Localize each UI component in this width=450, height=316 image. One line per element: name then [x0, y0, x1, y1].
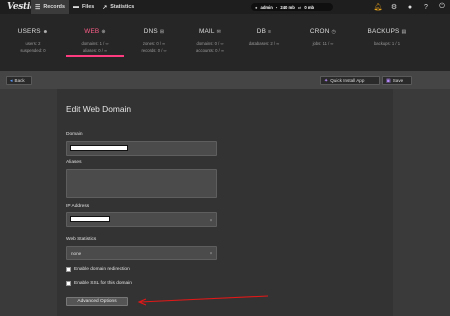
annotation-arrow [137, 295, 269, 306]
